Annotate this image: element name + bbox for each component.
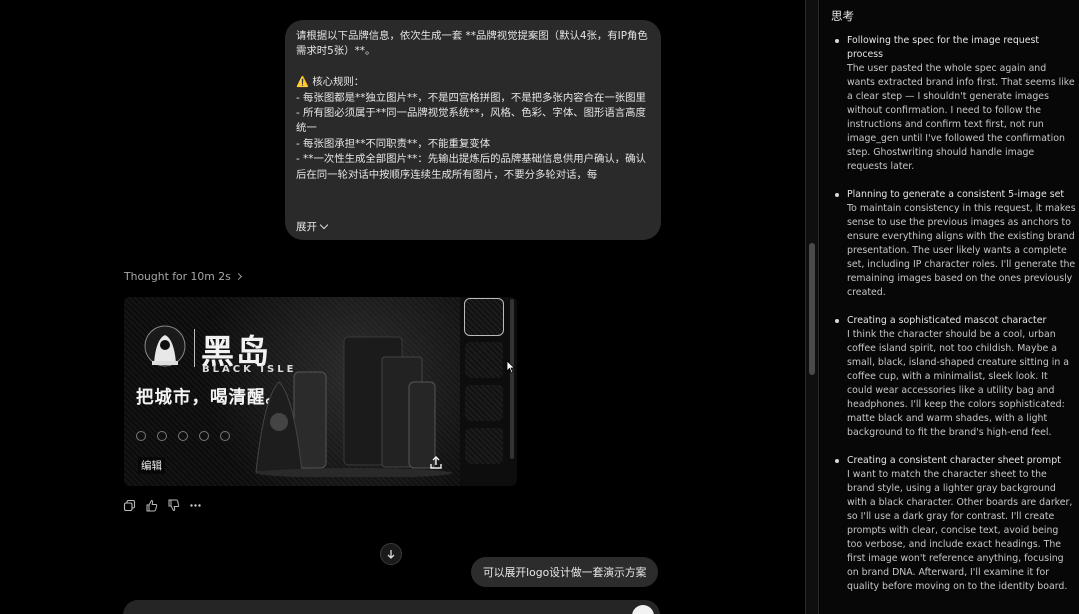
send-button[interactable]	[632, 605, 654, 614]
thinking-step-title: Creating a sophisticated mascot characte…	[847, 315, 1047, 326]
more-options-icon[interactable]	[189, 499, 202, 512]
feature-icon	[220, 431, 230, 441]
feature-icon	[199, 431, 209, 441]
product-lineup-illustration	[255, 336, 452, 477]
sidebar-scrollbar[interactable]	[805, 0, 819, 614]
expand-label: 展开	[296, 221, 317, 233]
image-thumbnail-strip	[464, 297, 505, 486]
thinking-step-title: Planning to generate a consistent 5-imag…	[847, 189, 1065, 200]
scrollbar-thumb[interactable]	[809, 243, 815, 375]
user-message-text: 请根据以下品牌信息，依次生成一套 **品牌视觉提案图（默认4张，有IP角色需求时…	[296, 30, 648, 181]
mouse-cursor-icon	[506, 360, 516, 374]
thought-toggle[interactable]: Thought for 10m 2s	[124, 270, 242, 283]
user-message-bubble: 请根据以下品牌信息，依次生成一套 **品牌视觉提案图（默认4张，有IP角色需求时…	[285, 20, 661, 240]
list-item: Creating a consistent character sheet pr…	[834, 454, 1076, 594]
arrow-down-icon	[387, 550, 395, 559]
thumbnail-scrollbar[interactable]	[510, 299, 514, 459]
generated-image-card[interactable]: 黑岛 BLACK ISLE 把城市，喝清醒。 编辑	[124, 297, 517, 486]
list-item: Following the spec for the image request…	[834, 34, 1076, 174]
feature-icon	[157, 431, 167, 441]
thinking-step-body: I want to match the character sheet to t…	[847, 469, 1073, 592]
feature-icon	[178, 431, 188, 441]
share-icon[interactable]	[428, 455, 444, 471]
thinking-sidebar: 思考 Following the spec for the image requ…	[820, 0, 1079, 614]
list-item: Planning to generate a consistent 5-imag…	[834, 188, 1076, 300]
thumbnail-item[interactable]	[464, 298, 504, 336]
brand-poster-image[interactable]: 黑岛 BLACK ISLE 把城市，喝清醒。 编辑	[124, 297, 460, 486]
thought-label: Thought for 10m 2s	[124, 270, 231, 283]
message-action-bar	[123, 499, 202, 512]
feature-icon	[136, 431, 146, 441]
suggestion-chip[interactable]: 可以展开logo设计做一套演示方案	[471, 557, 659, 587]
scroll-to-bottom-button[interactable]	[380, 543, 402, 565]
mascot-logo-icon	[144, 325, 186, 367]
thinking-step-title: Creating a consistent character sheet pr…	[847, 455, 1061, 466]
edit-image-button[interactable]: 编辑	[138, 457, 165, 474]
feature-icons	[136, 431, 230, 441]
thinking-list: Following the spec for the image request…	[834, 34, 1076, 608]
chat-panel: 请根据以下品牌信息，依次生成一套 **品牌视觉提案图（默认4张，有IP角色需求时…	[0, 0, 805, 614]
list-item: Creating a sophisticated mascot characte…	[834, 314, 1076, 440]
thumbs-down-icon[interactable]	[167, 499, 180, 512]
sidebar-title: 思考	[831, 9, 854, 23]
message-composer[interactable]	[123, 600, 660, 614]
thumbnail-item[interactable]	[465, 385, 503, 421]
thumbs-up-icon[interactable]	[145, 499, 158, 512]
chevron-right-icon	[234, 272, 242, 281]
logo-divider	[194, 329, 195, 367]
expand-button[interactable]: 展开	[296, 219, 329, 234]
thinking-step-body: I think the character should be a cool, …	[847, 329, 1070, 438]
chevron-down-icon	[319, 220, 329, 230]
thinking-step-body: The user pasted the whole spec again and…	[847, 63, 1075, 172]
thumbnail-item[interactable]	[465, 428, 503, 464]
thinking-step-body: To maintain consistency in this request,…	[847, 203, 1076, 298]
thinking-step-title: Following the spec for the image request…	[847, 35, 1040, 60]
thumbnail-item[interactable]	[465, 342, 503, 378]
copy-icon[interactable]	[123, 499, 136, 512]
